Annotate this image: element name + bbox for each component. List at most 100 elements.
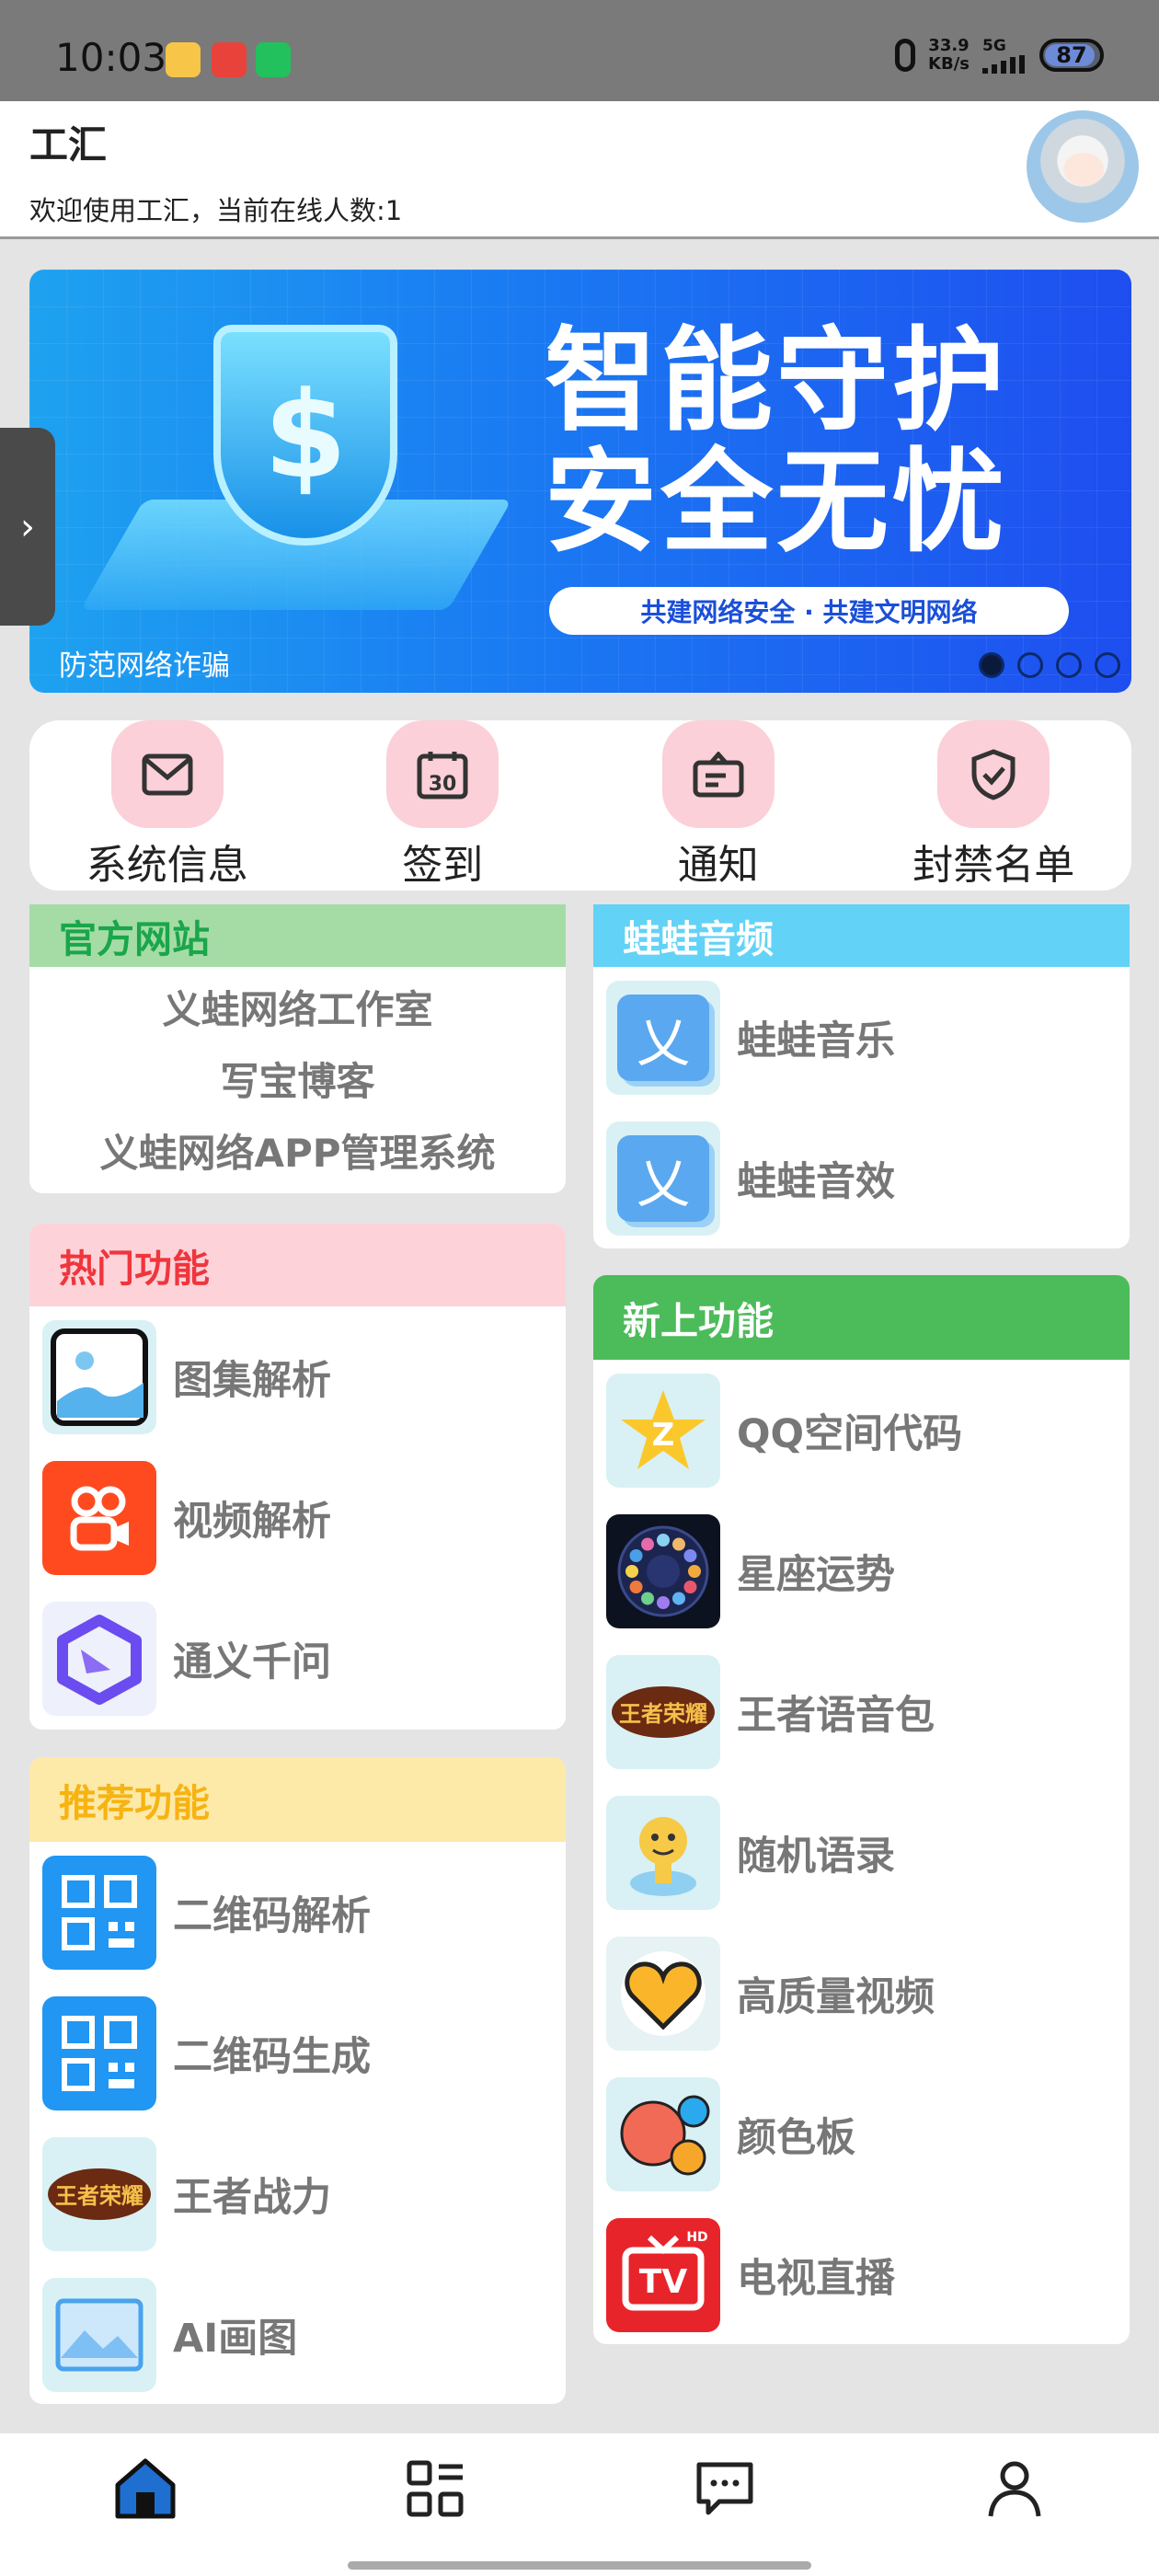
item-qr-parse[interactable]: 二维码解析 [29, 1842, 566, 1983]
home-indicator [348, 2561, 811, 2570]
svg-text:王者荣耀: 王者荣耀 [619, 1701, 707, 1727]
notice-icon [661, 720, 775, 828]
nav-messages[interactable] [656, 2433, 794, 2544]
qzone-star-icon: Z [606, 1373, 720, 1488]
banner-carousel[interactable]: $ 智能守护 安全无忧 共建网络安全 · 共建文明网络 防范网络诈骗 [29, 270, 1131, 693]
svg-text:王者荣耀: 王者荣耀 [55, 2183, 143, 2209]
app-notification-icon [212, 42, 247, 77]
avatar-face [1063, 153, 1104, 186]
nav-apps[interactable] [366, 2433, 504, 2544]
item-honor-power[interactable]: 王者荣耀 王者战力 [29, 2123, 566, 2264]
quick-action-ban-list[interactable]: 封禁名单 [856, 720, 1132, 891]
zodiac-sign [641, 1591, 654, 1604]
item-qzone-code[interactable]: Z QQ空间代码 [593, 1360, 1130, 1501]
item-horoscope[interactable]: 星座运势 [593, 1501, 1130, 1641]
card-header: 推荐功能 [29, 1757, 566, 1842]
zodiac-sign [683, 1580, 697, 1593]
app-header: 工汇 欢迎使用工汇，当前在线人数:1 [0, 101, 1159, 239]
network-speed: 33.9 KB/s [928, 36, 970, 74]
banner-caption: 防范网络诈骗 [59, 650, 230, 683]
chevron-right-icon: › [20, 505, 35, 548]
svg-text:Z: Z [652, 1417, 675, 1454]
zodiac-sign [629, 1548, 643, 1562]
item-ai-draw[interactable]: AI画图 [29, 2264, 566, 2404]
carousel-dot[interactable] [979, 652, 1004, 678]
zodiac-sign [672, 1591, 685, 1604]
item-qr-generate[interactable]: 二维码生成 [29, 1983, 566, 2123]
microphone-icon [895, 39, 916, 72]
shield-check-icon [937, 720, 1050, 828]
card-wawa-audio: 蛙蛙音频 乂 蛙蛙音乐 乂 蛙蛙音效 [593, 904, 1130, 1248]
item-wawa-sfx[interactable]: 乂 蛙蛙音效 [593, 1108, 1130, 1248]
wawa-logo: 乂 [617, 1134, 709, 1222]
zodiac-sign [657, 1533, 670, 1547]
heart-icon [606, 1936, 720, 2051]
card-new-features: 新上功能 Z QQ空间代码 星座运势 王者荣耀 王者语音包 随机语录 高质量视频 [593, 1275, 1130, 2344]
qr-code-icon [42, 1995, 156, 2110]
svg-text:TV: TV [639, 2263, 688, 2301]
carousel-dots [979, 652, 1120, 678]
status-bar: 10:03 33.9 KB/s 5G 87 [0, 0, 1159, 101]
zodiac-sign [625, 1564, 638, 1578]
item-honor-voice[interactable]: 王者荣耀 王者语音包 [593, 1641, 1130, 1782]
item-gallery-parse[interactable]: 图集解析 [29, 1306, 566, 1447]
carousel-dot[interactable] [1095, 652, 1120, 678]
quick-actions: 系统信息 30 签到 通知 封禁名单 [29, 720, 1131, 891]
app-title: 工汇 [29, 122, 108, 167]
card-header: 官方网站 [29, 904, 566, 967]
carousel-dot[interactable] [1056, 652, 1082, 678]
funny-face-icon [606, 1795, 720, 1910]
envelope-icon [110, 720, 224, 828]
apps-icon [407, 2460, 463, 2517]
link-xiebao-blog[interactable]: 写宝博客 [29, 1046, 566, 1118]
link-app-admin[interactable]: 义蛙网络APP管理系统 [29, 1118, 566, 1190]
tv-icon: TV HD [606, 2217, 720, 2332]
zodiac-sign [672, 1537, 685, 1551]
kuaishou-icon [42, 1460, 156, 1575]
svg-text:30: 30 [429, 773, 457, 796]
zodiac-sign [683, 1548, 697, 1562]
signal-icon: 5G [982, 37, 1027, 74]
item-random-quote[interactable]: 随机语录 [593, 1782, 1130, 1923]
picture-icon [42, 2277, 156, 2392]
card-header: 热门功能 [29, 1224, 566, 1306]
zodiac-wheel-icon [606, 1513, 720, 1628]
quick-action-system-info[interactable]: 系统信息 [29, 720, 305, 891]
quick-action-notice[interactable]: 通知 [580, 720, 856, 891]
user-icon [988, 2461, 1040, 2517]
carousel-dot[interactable] [1017, 652, 1043, 678]
tongyi-icon [42, 1601, 156, 1716]
card-header: 新上功能 [593, 1275, 1130, 1360]
card-hot-features: 热门功能 图集解析 视频解析 通义千问 [29, 1224, 566, 1730]
item-color-palette[interactable]: 颜色板 [593, 2064, 1130, 2204]
item-wawa-music[interactable]: 乂 蛙蛙音乐 [593, 967, 1130, 1108]
card-official-website: 官方网站 义蛙网络工作室 写宝博客 义蛙网络APP管理系统 [29, 904, 566, 1193]
honor-of-kings-icon: 王者荣耀 [606, 1654, 720, 1769]
zodiac-sign [629, 1580, 643, 1593]
battery-indicator: 87 [1039, 39, 1104, 72]
link-yiwa-studio[interactable]: 义蛙网络工作室 [29, 974, 566, 1046]
banner-slogan: 共建网络安全 · 共建文明网络 [549, 587, 1069, 635]
home-icon [115, 2458, 175, 2519]
wawa-music-icon: 乂 [606, 980, 720, 1095]
wawa-logo: 乂 [617, 994, 709, 1081]
nav-home[interactable] [76, 2433, 214, 2544]
welcome-text: 欢迎使用工汇，当前在线人数:1 [29, 195, 403, 226]
palette-circles-icon [606, 2076, 720, 2191]
app-notification-icon [166, 42, 201, 77]
item-hq-video[interactable]: 高质量视频 [593, 1923, 1130, 2064]
quick-action-checkin[interactable]: 30 签到 [305, 720, 581, 891]
nav-profile[interactable] [946, 2433, 1084, 2544]
item-tv-live[interactable]: TV HD 电视直播 [593, 2204, 1130, 2344]
side-drawer-handle[interactable]: › [0, 428, 55, 626]
item-video-parse[interactable]: 视频解析 [29, 1447, 566, 1588]
item-tongyi[interactable]: 通义千问 [29, 1588, 566, 1729]
honor-of-kings-icon: 王者荣耀 [42, 2136, 156, 2251]
shield-dollar-icon: $ [213, 325, 397, 546]
card-recommended-features: 推荐功能 二维码解析 二维码生成 王者荣耀 王者战力 AI画图 [29, 1757, 566, 2404]
avatar[interactable] [1027, 110, 1139, 223]
image-icon [42, 1319, 156, 1434]
zodiac-sign [688, 1564, 701, 1578]
wechat-icon [256, 42, 291, 77]
svg-text:HD: HD [686, 2230, 707, 2245]
